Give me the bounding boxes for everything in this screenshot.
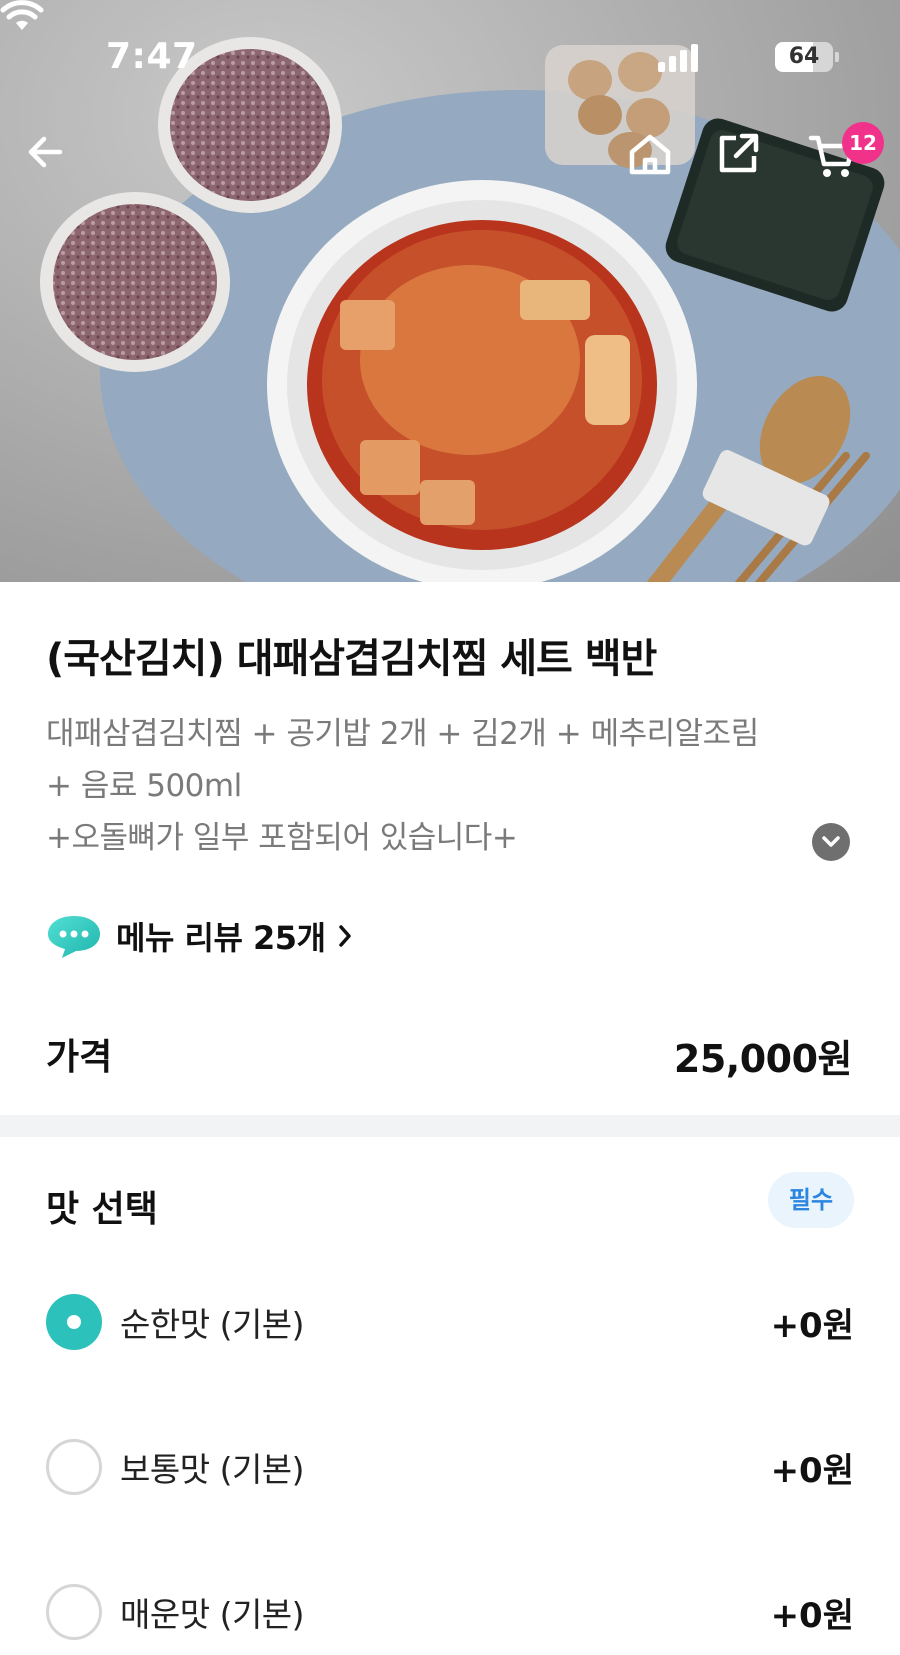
option-mild[interactable]: 순한맛 (기본) +0원 <box>46 1287 854 1357</box>
radio-button-selected[interactable] <box>46 1294 102 1350</box>
radio-button[interactable] <box>46 1584 102 1640</box>
chevron-right-icon <box>338 925 351 947</box>
battery-level: 64 <box>788 44 820 69</box>
cart-count-badge: 12 <box>842 122 884 164</box>
description-line: + 음료 500ml <box>46 768 242 804</box>
menu-review-link[interactable]: 메뉴 리뷰 25개 <box>46 910 354 962</box>
chevron-down-icon <box>822 836 840 847</box>
wifi-icon <box>0 0 44 30</box>
description-line: +오돌뼈가 일부 포함되어 있습니다+ <box>46 820 518 856</box>
back-arrow-icon <box>28 136 63 168</box>
speech-bubble-icon <box>48 916 100 958</box>
signal-icon <box>658 42 698 72</box>
description-line: 대패삼겹김치찜 + 공기밥 2개 + 김2개 + 메추리알조림 <box>46 716 759 752</box>
home-icon <box>629 134 671 175</box>
option-label: 순한맛 (기본) <box>120 1305 305 1344</box>
product-title: (국산김치) 대패삼겹김치찜 세트 백반 <box>46 636 657 682</box>
option-price: +0원 <box>770 1450 854 1491</box>
share-icon <box>719 133 759 173</box>
status-bar: 7:47 64 <box>0 0 900 120</box>
price-label: 가격 <box>46 1037 113 1078</box>
option-label: 매운맛 (기본) <box>120 1595 305 1634</box>
home-button[interactable] <box>626 130 690 194</box>
option-price: +0원 <box>770 1305 854 1346</box>
option-price: +0원 <box>770 1595 854 1636</box>
expand-description-button[interactable] <box>812 823 850 861</box>
status-time: 7:47 <box>106 36 198 77</box>
radio-button[interactable] <box>46 1439 102 1495</box>
back-button[interactable] <box>24 130 88 194</box>
product-description: 대패삼겹김치찜 + 공기밥 2개 + 김2개 + 메추리알조림 + 음료 500… <box>46 708 846 864</box>
share-button[interactable] <box>716 130 780 194</box>
price-value: 25,000원 <box>673 1037 853 1081</box>
option-spicy[interactable]: 매운맛 (기본) +0원 <box>46 1577 854 1647</box>
review-count-label: 메뉴 리뷰 25개 <box>116 919 326 957</box>
section-divider <box>0 1115 900 1137</box>
option-section-title: 맛 선택 <box>46 1189 158 1230</box>
required-badge: 필수 <box>768 1172 854 1228</box>
option-label: 보통맛 (기본) <box>120 1450 305 1489</box>
product-hero-image: 7:47 64 12 <box>0 0 900 582</box>
battery-icon: 64 <box>775 42 839 72</box>
option-medium[interactable]: 보통맛 (기본) +0원 <box>46 1432 854 1502</box>
